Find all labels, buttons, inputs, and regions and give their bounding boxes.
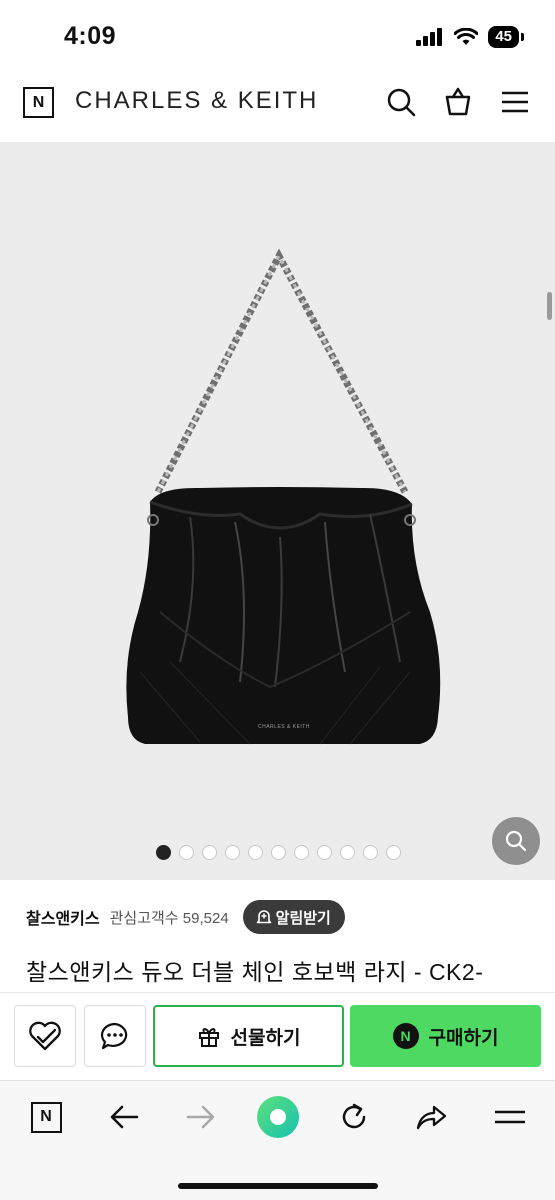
menu-icon[interactable] xyxy=(499,86,531,118)
green-dot-button[interactable] xyxy=(256,1095,300,1139)
naver-home-icon: N xyxy=(30,1101,62,1133)
browser-home-button[interactable]: N xyxy=(26,1097,66,1137)
gift-icon xyxy=(198,1028,219,1047)
cart-icon[interactable] xyxy=(442,86,474,118)
store-info-row: 찰스앤키스 관심고객수 59,524 알림받기 xyxy=(26,900,345,934)
browser-toolbar: N xyxy=(0,1080,555,1200)
status-time: 4:09 xyxy=(64,22,117,50)
carousel-dot-5[interactable] xyxy=(248,845,263,860)
carousel-dot-3[interactable] xyxy=(202,845,217,860)
gift-label: 선물하기 xyxy=(230,1027,301,1049)
refresh-icon xyxy=(342,1103,366,1129)
menu-lines-icon xyxy=(495,1110,525,1124)
carousel-dots xyxy=(156,845,401,860)
chat-bubble-icon xyxy=(100,1022,128,1050)
carousel-dot-7[interactable] xyxy=(294,845,309,860)
bell-plus-icon xyxy=(256,910,271,924)
browser-menu-button[interactable] xyxy=(490,1097,530,1137)
carousel-dot-1[interactable] xyxy=(156,845,171,860)
search-icon[interactable] xyxy=(385,86,417,118)
wishlist-button[interactable] xyxy=(14,1005,76,1067)
green-dot-icon xyxy=(257,1096,299,1138)
buy-label: 구매하기 xyxy=(428,1027,499,1049)
product-image[interactable] xyxy=(0,142,555,880)
carousel-dot-4[interactable] xyxy=(225,845,240,860)
naver-pay-icon: N xyxy=(392,1023,419,1049)
arrow-left-icon xyxy=(110,1105,139,1129)
product-image-carousel[interactable]: CHARLES & KEITH xyxy=(0,142,555,880)
bag-logo-tag: CHARLES & KEITH xyxy=(258,724,310,730)
store-name-link[interactable]: 찰스앤키스 xyxy=(26,905,100,929)
zoom-button[interactable] xyxy=(492,817,540,865)
brand-name[interactable]: CHARLES & KEITH xyxy=(75,87,318,115)
heart-check-icon xyxy=(29,1021,61,1051)
site-header: N CHARLES & KEITH xyxy=(0,70,555,142)
talk-chat-button[interactable] xyxy=(84,1005,146,1067)
status-icons: 45 xyxy=(416,26,524,48)
signal-icon xyxy=(416,28,443,46)
carousel-dot-11[interactable] xyxy=(386,845,401,860)
alert-label: 알림받기 xyxy=(275,909,331,927)
purchase-action-bar: 선물하기 N 구매하기 xyxy=(0,992,555,1080)
carousel-dot-6[interactable] xyxy=(271,845,286,860)
status-bar: 4:09 45 xyxy=(0,0,555,70)
back-button[interactable] xyxy=(104,1097,144,1137)
carousel-dot-9[interactable] xyxy=(340,845,355,860)
subscribe-alert-button[interactable]: 알림받기 xyxy=(242,900,345,934)
gift-button[interactable]: 선물하기 xyxy=(153,1005,344,1067)
product-title: 찰스앤키스 듀오 더블 체인 호보백 라지 - CK2- xyxy=(26,959,484,985)
carousel-dot-10[interactable] xyxy=(363,845,378,860)
scrollbar-thumb[interactable] xyxy=(547,292,552,320)
buy-button[interactable]: N 구매하기 xyxy=(350,1005,541,1067)
magnifier-icon xyxy=(505,830,527,852)
battery-indicator: 45 xyxy=(488,26,524,48)
refresh-button[interactable] xyxy=(334,1097,374,1137)
follower-count: 관심고객수 59,524 xyxy=(109,909,229,927)
forward-button[interactable] xyxy=(181,1097,221,1137)
carousel-dot-8[interactable] xyxy=(317,845,332,860)
naver-logo-button[interactable]: N xyxy=(23,87,54,118)
wifi-icon xyxy=(454,28,479,45)
share-button[interactable] xyxy=(411,1097,451,1137)
home-indicator[interactable] xyxy=(178,1183,378,1189)
carousel-dot-2[interactable] xyxy=(179,845,194,860)
share-arrow-icon xyxy=(416,1105,447,1130)
arrow-right-icon xyxy=(186,1105,215,1129)
